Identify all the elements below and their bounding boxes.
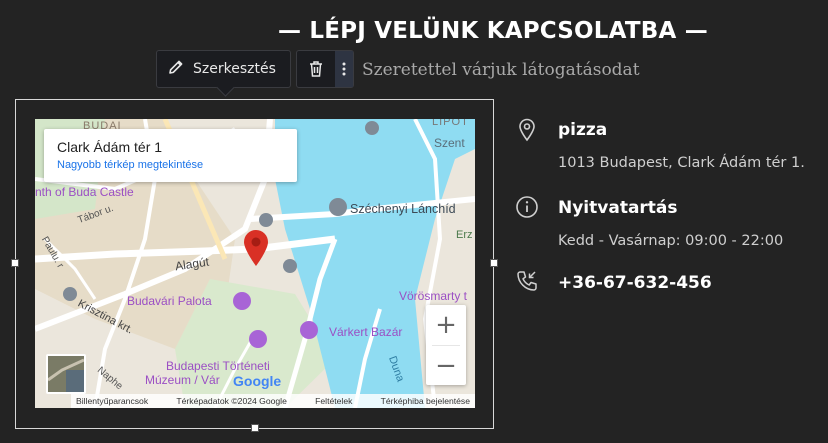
map-info-card: Clark Ádám tér 1 Nagyobb térkép megtekin… (44, 129, 297, 182)
more-options-button[interactable] (335, 51, 353, 87)
landmark-icon-palota[interactable] (233, 292, 251, 310)
location-marker-icon[interactable] (243, 229, 269, 267)
map-data-credit: Térképadatok ©2024 Google (176, 396, 287, 406)
map-label-buda-castle: nth of Buda Castle (35, 185, 134, 199)
map-label-szechenyi: Széchenyi Lánchíd (350, 202, 456, 216)
keyboard-shortcuts-link[interactable]: Billentyűparancsok (76, 396, 148, 406)
landmark-icon-varkert[interactable] (300, 321, 318, 339)
larger-map-link[interactable]: Nagyobb térkép megtekintése (57, 159, 297, 171)
map-label-varkert: Várkert Bazár (329, 325, 403, 339)
map-label-szent: Szent (434, 136, 465, 150)
map-label-budavari: Budavári Palota (127, 294, 212, 308)
pencil-icon (167, 58, 185, 80)
resize-handle-right[interactable] (490, 259, 498, 267)
section-subheading: Szeretettel várjuk látogatásodat (362, 60, 640, 80)
transit-icon-2[interactable] (283, 259, 297, 273)
embedded-map[interactable]: BUDAI LIPÓT Szent nth of Buda Castle Táb… (35, 119, 475, 408)
satellite-toggle[interactable] (46, 354, 86, 394)
more-vertical-icon (342, 62, 346, 76)
report-error-link[interactable]: Térképhiba bejelentése (381, 396, 470, 406)
info-circle-icon (516, 196, 538, 218)
location-pin-icon (519, 118, 535, 142)
element-tools (296, 50, 354, 88)
map-label-tortenet1: Budapesti Történeti (166, 359, 270, 373)
phone-number[interactable]: +36-67-632-456 (558, 273, 712, 293)
bridge-icon[interactable] (329, 198, 347, 216)
business-address: 1013 Budapest, Clark Ádám tér 1. (558, 155, 805, 171)
zoom-out-button[interactable]: − (426, 346, 466, 386)
trash-icon (310, 61, 322, 77)
delete-button[interactable] (297, 51, 335, 87)
phone-icon (517, 271, 537, 291)
museum-icon[interactable] (249, 330, 267, 348)
map-label-tortenet2: Múzeum / Vár (145, 373, 220, 387)
opening-hours: Kedd - Vasárnap: 09:00 - 22:00 (558, 233, 784, 249)
transit-icon-1[interactable] (259, 213, 273, 227)
business-name: pizza (558, 120, 608, 140)
edit-button[interactable]: Szerkesztés (156, 50, 291, 88)
transit-icon-3[interactable] (365, 121, 379, 135)
edit-button-label: Szerkesztés (193, 61, 276, 77)
map-label-vorosmarty: Vörösmarty t (399, 289, 468, 303)
map-label-erz: Erz (456, 229, 473, 241)
zoom-in-button[interactable]: + (426, 305, 466, 345)
opening-hours-title: Nyitvatartás (558, 198, 678, 218)
terms-link[interactable]: Feltételek (315, 396, 352, 406)
section-heading: — LÉPJ VELÜNK KAPCSOLATBA — (278, 18, 708, 44)
map-label-lipot: LIPÓT (432, 119, 469, 128)
resize-handle-bottom[interactable] (251, 424, 259, 432)
google-logo: Google (233, 373, 282, 389)
map-attribution-bar: Billentyűparancsok Térképadatok ©2024 Go… (71, 394, 475, 408)
satellite-thumbnail-icon (48, 356, 84, 392)
zoom-controls: + − (426, 305, 466, 385)
map-place-title: Clark Ádám tér 1 (57, 139, 163, 155)
transit-icon-4[interactable] (63, 287, 77, 301)
resize-handle-left[interactable] (11, 259, 19, 267)
